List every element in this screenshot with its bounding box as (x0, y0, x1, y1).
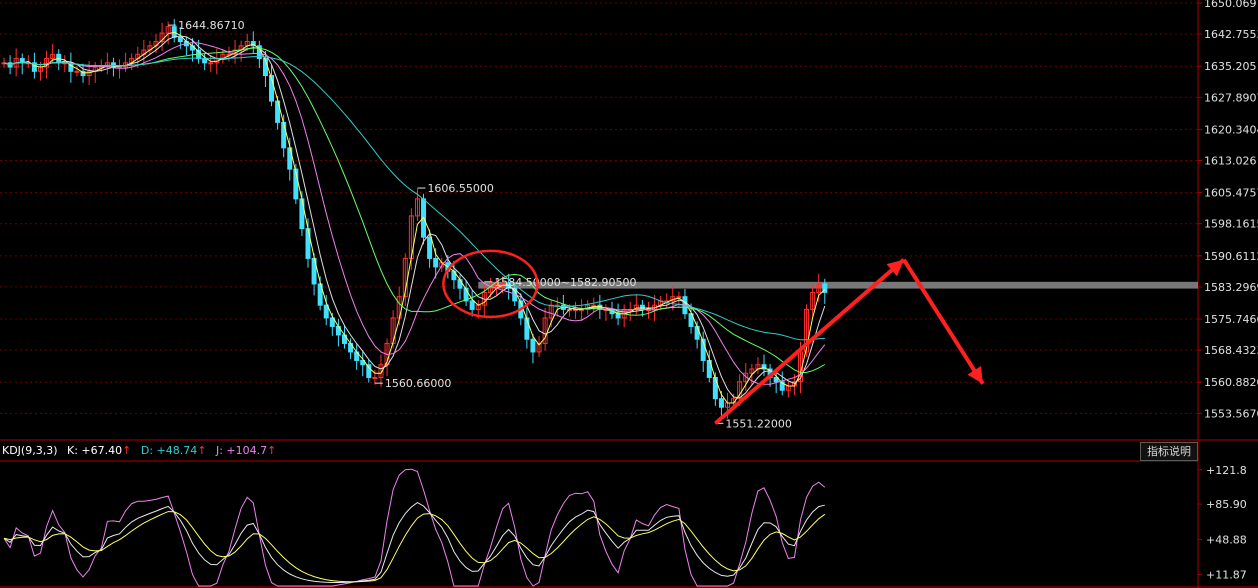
candle-body (177, 36, 183, 43)
price-chart: 1650.069 1642.7553 1635.205 1627.8907 1620.3… (0, 0, 1258, 588)
candle-body (457, 279, 463, 289)
kdj-line (3, 502, 825, 583)
candle-body (433, 257, 439, 268)
kdj-d-value: D: +48.74↑ (140, 444, 207, 457)
candle-body (202, 58, 208, 64)
y-tick-label: 1635.205 (1204, 60, 1257, 73)
kdj-y-tick-label: +48.88 (1206, 533, 1247, 546)
candle-body (74, 70, 80, 73)
candle-body (718, 398, 724, 408)
forecast-down-arrow (902, 258, 985, 385)
kdj-y-tick-label: +121.8 (1206, 464, 1247, 477)
moving-average-line (3, 42, 826, 385)
kdj-k-value: K: +67.40↑ (67, 444, 132, 457)
kdj-line (3, 511, 826, 583)
indicator-help-button[interactable]: 指标说明 (1140, 442, 1198, 461)
candle-body (694, 325, 700, 340)
y-tick-label: 1613.026 (1204, 155, 1257, 168)
candle-body (524, 317, 530, 340)
annotation-label: 1606.55000 (427, 182, 493, 195)
j-up-arrow-icon: ↑ (267, 444, 277, 457)
candle-body (281, 121, 287, 149)
candle-body (427, 236, 433, 259)
kdj-legend: KDJ(9,3,3) K: +67.40↑ D: +48.74↑ J: +104… (2, 444, 282, 457)
kdj-y-tick-label: +85.90 (1206, 498, 1247, 511)
y-tick-label: 1627.8907 (1204, 91, 1258, 104)
moving-average-line (3, 56, 825, 341)
annotation-label: 1584.50000~1582.90500 (494, 276, 636, 289)
y-tick-label: 1583.2969 (1204, 281, 1258, 294)
y-tick-label: 1590.6112 (1204, 250, 1258, 263)
y-tick-label: 1598.1615 (1204, 218, 1258, 231)
candle-body (615, 313, 621, 319)
annotation-label: 1560.66000 (385, 377, 451, 390)
kdj-line (3, 468, 826, 587)
y-tick-label: 1650.069 (1204, 0, 1257, 10)
y-tick-label: 1605.4757 (1204, 187, 1258, 200)
candle-body (530, 338, 536, 353)
candle-body (676, 296, 682, 299)
y-tick-label: 1553.5670 (1204, 407, 1258, 420)
d-up-arrow-icon: ↑ (197, 444, 207, 457)
annotation-label: 1551.22000 (725, 417, 791, 430)
candle-body (323, 304, 329, 319)
y-tick-label: 1560.8820 (1204, 376, 1258, 389)
candle-body (208, 62, 214, 65)
annotation-label: 1644.86710 (178, 19, 244, 32)
y-tick-label: 1642.7553 (1204, 28, 1258, 41)
y-tick-label: 1575.7466 (1204, 313, 1258, 326)
kdj-title: KDJ(9,3,3) (2, 444, 58, 457)
candle-body (366, 364, 372, 378)
y-tick-label: 1568.4323 (1204, 344, 1258, 357)
candle-body (591, 304, 597, 307)
candle-body (639, 304, 645, 310)
k-up-arrow-icon: ↑ (122, 444, 132, 457)
kdj-y-tick-label: +11.87 (1206, 569, 1247, 582)
y-tick-label: 1620.3404 (1204, 123, 1258, 136)
candle-body (372, 376, 378, 379)
kdj-j-value: J: +104.7↑ (215, 444, 277, 457)
candle-body (712, 376, 718, 400)
candle-body (469, 300, 475, 310)
